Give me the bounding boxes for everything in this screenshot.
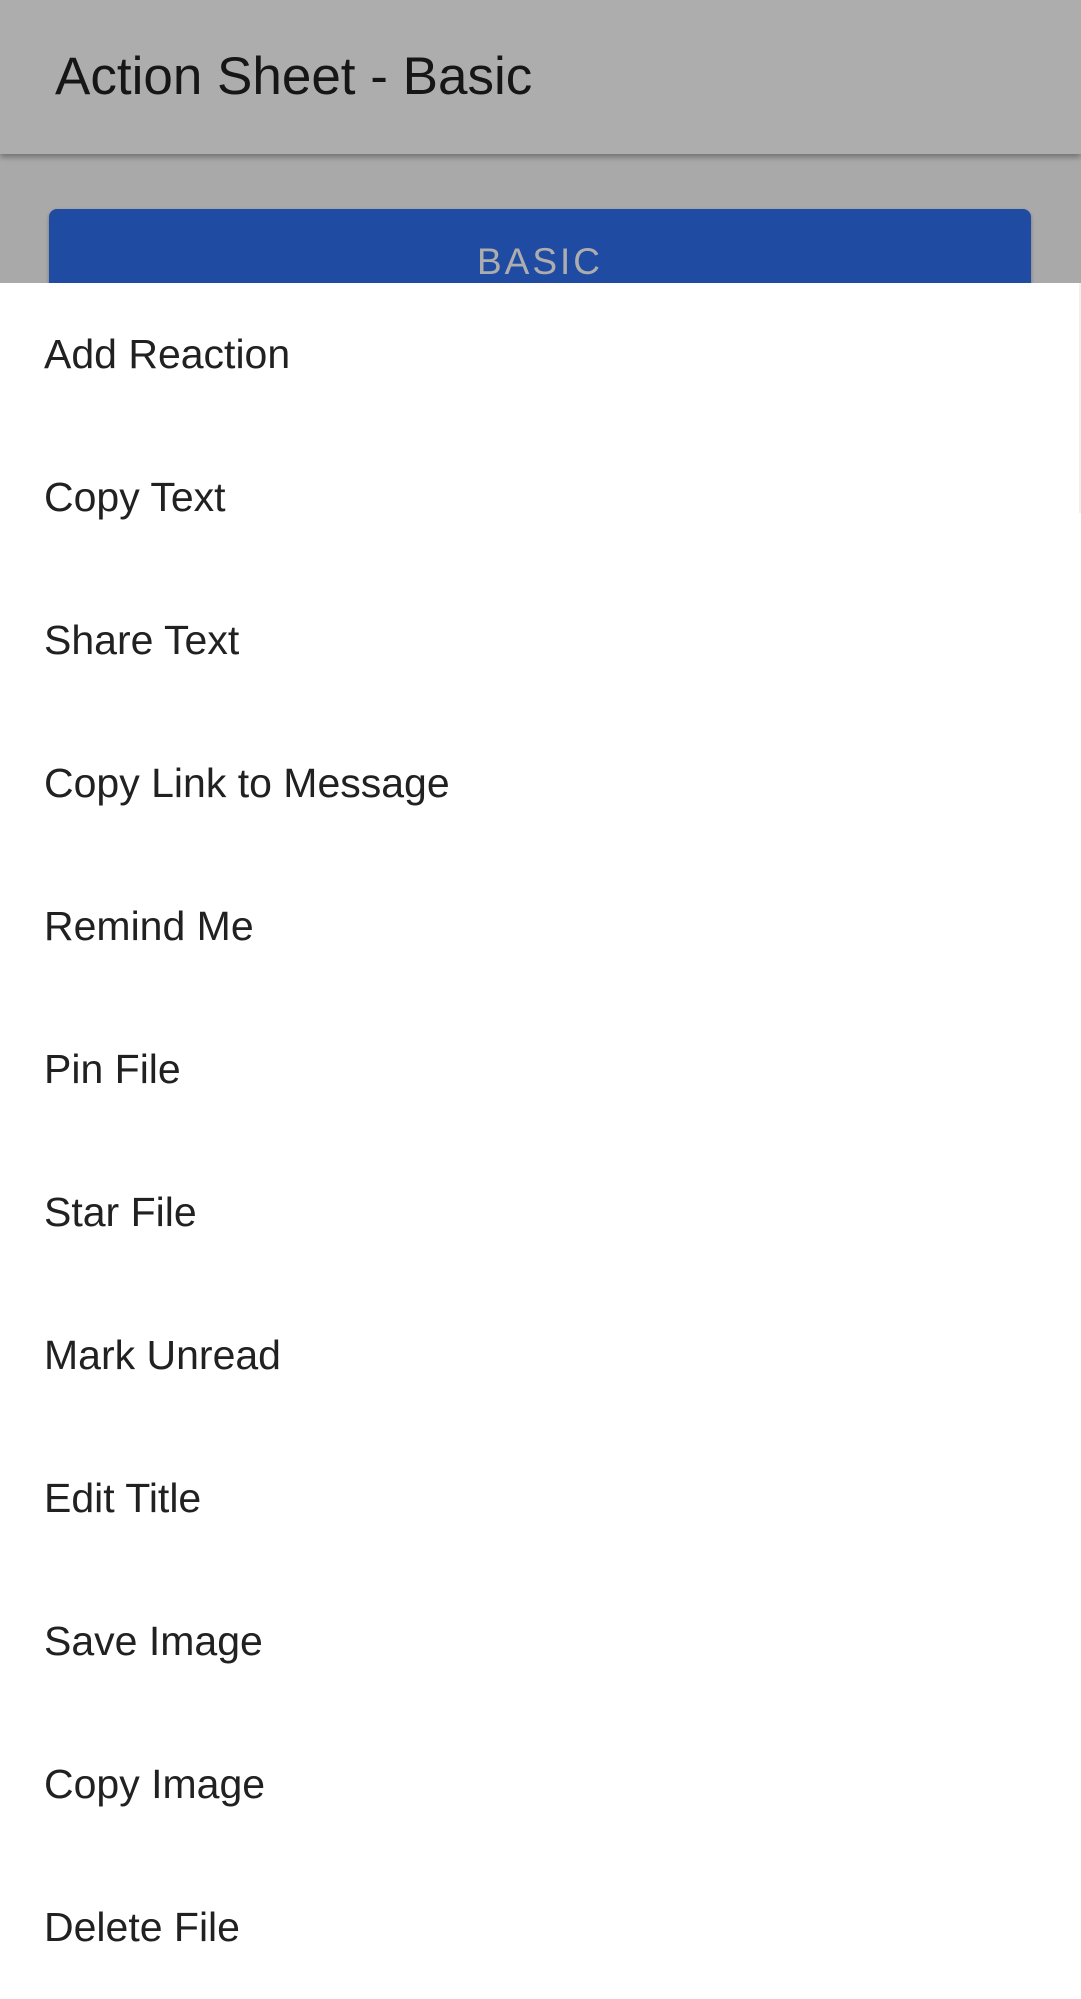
action-item-label: Mark Unread (44, 1332, 281, 1378)
action-item-label: Save Image (44, 1618, 263, 1664)
action-star-file[interactable]: Star File (0, 1141, 1081, 1284)
action-sheet: Add Reaction Copy Text Share Text Copy L… (0, 283, 1081, 1999)
action-item-label: Copy Text (44, 474, 226, 520)
action-item-label: Share Text (44, 617, 240, 663)
action-copy-link[interactable]: Copy Link to Message (0, 712, 1081, 855)
action-item-label: Copy Link to Message (44, 760, 450, 806)
action-copy-text[interactable]: Copy Text (0, 426, 1081, 569)
action-item-label: Remind Me (44, 903, 254, 949)
action-item-label: Add Reaction (44, 331, 291, 377)
action-save-image[interactable]: Save Image (0, 1570, 1081, 1713)
action-mark-unread[interactable]: Mark Unread (0, 1284, 1081, 1427)
screen: Action Sheet - Basic BASIC Add Reaction … (0, 0, 1081, 1999)
action-share-text[interactable]: Share Text (0, 569, 1081, 712)
action-item-label: Pin File (44, 1046, 181, 1092)
action-add-reaction[interactable]: Add Reaction (0, 283, 1081, 426)
action-item-label: Edit Title (44, 1475, 202, 1521)
action-edit-title[interactable]: Edit Title (0, 1427, 1081, 1570)
action-delete-file[interactable]: Delete File (0, 1856, 1081, 1999)
action-item-label: Star File (44, 1189, 197, 1235)
action-item-label: Delete File (44, 1904, 240, 1950)
action-item-label: Copy Image (44, 1761, 266, 1807)
action-copy-image[interactable]: Copy Image (0, 1713, 1081, 1856)
action-pin-file[interactable]: Pin File (0, 998, 1081, 1141)
action-remind-me[interactable]: Remind Me (0, 855, 1081, 998)
